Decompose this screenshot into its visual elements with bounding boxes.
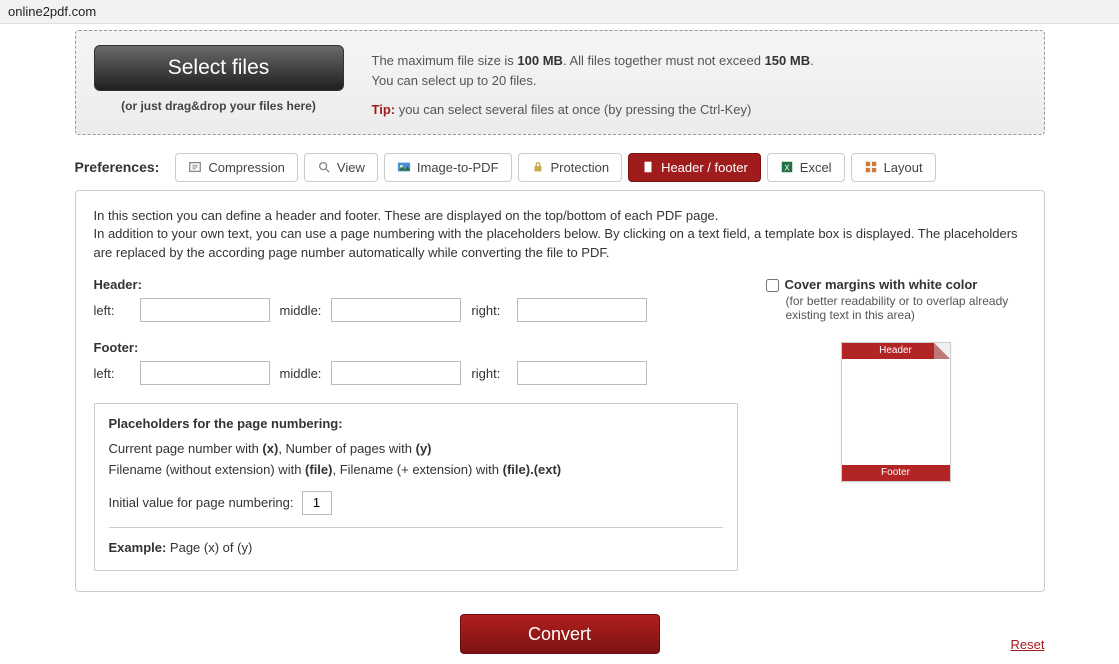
svg-text:X: X bbox=[784, 164, 790, 173]
header-fields: left: middle: right: bbox=[94, 298, 738, 322]
footer-right-input[interactable] bbox=[517, 361, 647, 385]
header-section-label: Header: bbox=[94, 277, 738, 292]
example-label: Example: bbox=[109, 540, 167, 555]
footer-fields: left: middle: right: bbox=[94, 361, 738, 385]
header-left-label: left: bbox=[94, 303, 130, 318]
tip-label: Tip: bbox=[372, 102, 396, 117]
panel-desc-line2: In addition to your own text, you can us… bbox=[94, 225, 1026, 263]
initial-value-input[interactable] bbox=[302, 491, 332, 515]
limit-text: The maximum file size is bbox=[372, 53, 518, 68]
drag-drop-hint: (or just drag&drop your files here) bbox=[121, 99, 316, 113]
compress-icon bbox=[188, 160, 202, 174]
header-right-label: right: bbox=[471, 303, 507, 318]
magnifier-icon bbox=[317, 160, 331, 174]
tab-protection[interactable]: Protection bbox=[518, 153, 623, 182]
example-text: Page (x) of (y) bbox=[166, 540, 252, 555]
header-left-input[interactable] bbox=[140, 298, 270, 322]
placeholder-file-ext: (file).(ext) bbox=[503, 462, 562, 477]
footer-left-label: left: bbox=[94, 366, 130, 381]
footer-left-input[interactable] bbox=[140, 361, 270, 385]
excel-icon: X bbox=[780, 160, 794, 174]
placeholder-x: (x) bbox=[262, 441, 278, 456]
preferences-tabs: Compression View Image-to-PDF Protection… bbox=[175, 153, 935, 182]
panel-desc-line1: In this section you can define a header … bbox=[94, 207, 1026, 226]
header-middle-input[interactable] bbox=[331, 298, 461, 322]
header-middle-label: middle: bbox=[280, 303, 322, 318]
tip-text: you can select several files at once (by… bbox=[395, 102, 751, 117]
tab-view[interactable]: View bbox=[304, 153, 378, 182]
limit-count: You can select up to 20 files. bbox=[372, 71, 814, 91]
placeholder-file: (file) bbox=[305, 462, 332, 477]
page-icon bbox=[641, 160, 655, 174]
layout-icon bbox=[864, 160, 878, 174]
footer-right-label: right: bbox=[471, 366, 507, 381]
header-right-input[interactable] bbox=[517, 298, 647, 322]
cover-margins-label: Cover margins with white color bbox=[785, 277, 978, 292]
preferences-label: Preferences: bbox=[75, 159, 160, 175]
tab-image-to-pdf[interactable]: Image-to-PDF bbox=[384, 153, 512, 182]
upload-dropzone[interactable]: Select files (or just drag&drop your fil… bbox=[75, 30, 1045, 135]
cover-margins-sublabel: (for better readability or to overlap al… bbox=[786, 294, 1026, 322]
placeholder-y: (y) bbox=[416, 441, 432, 456]
page-fold-icon bbox=[934, 343, 950, 359]
initial-value-label: Initial value for page numbering: bbox=[109, 495, 294, 510]
tab-excel[interactable]: X Excel bbox=[767, 153, 845, 182]
tab-header-footer[interactable]: Header / footer bbox=[628, 153, 761, 182]
limit-max-file: 100 MB bbox=[517, 53, 563, 68]
address-bar: online2pdf.com bbox=[0, 0, 1119, 24]
page-preview: Header Footer bbox=[841, 342, 951, 482]
image-icon bbox=[397, 160, 411, 174]
convert-button[interactable]: Convert bbox=[460, 614, 660, 654]
header-footer-panel: In this section you can define a header … bbox=[75, 190, 1045, 593]
select-files-button[interactable]: Select files bbox=[94, 45, 344, 91]
reset-link[interactable]: Reset bbox=[1011, 637, 1045, 652]
lock-icon bbox=[531, 160, 545, 174]
preview-footer-bar: Footer bbox=[842, 465, 950, 481]
footer-middle-label: middle: bbox=[280, 366, 322, 381]
limit-total: 150 MB bbox=[765, 53, 811, 68]
placeholders-title: Placeholders for the page numbering: bbox=[109, 416, 723, 431]
upload-info: The maximum file size is 100 MB. All fil… bbox=[372, 45, 814, 120]
footer-middle-input[interactable] bbox=[331, 361, 461, 385]
tab-compression[interactable]: Compression bbox=[175, 153, 298, 182]
footer-section-label: Footer: bbox=[94, 340, 738, 355]
placeholders-box: Placeholders for the page numbering: Cur… bbox=[94, 403, 738, 571]
tab-layout[interactable]: Layout bbox=[851, 153, 936, 182]
cover-margins-checkbox[interactable] bbox=[766, 279, 779, 292]
